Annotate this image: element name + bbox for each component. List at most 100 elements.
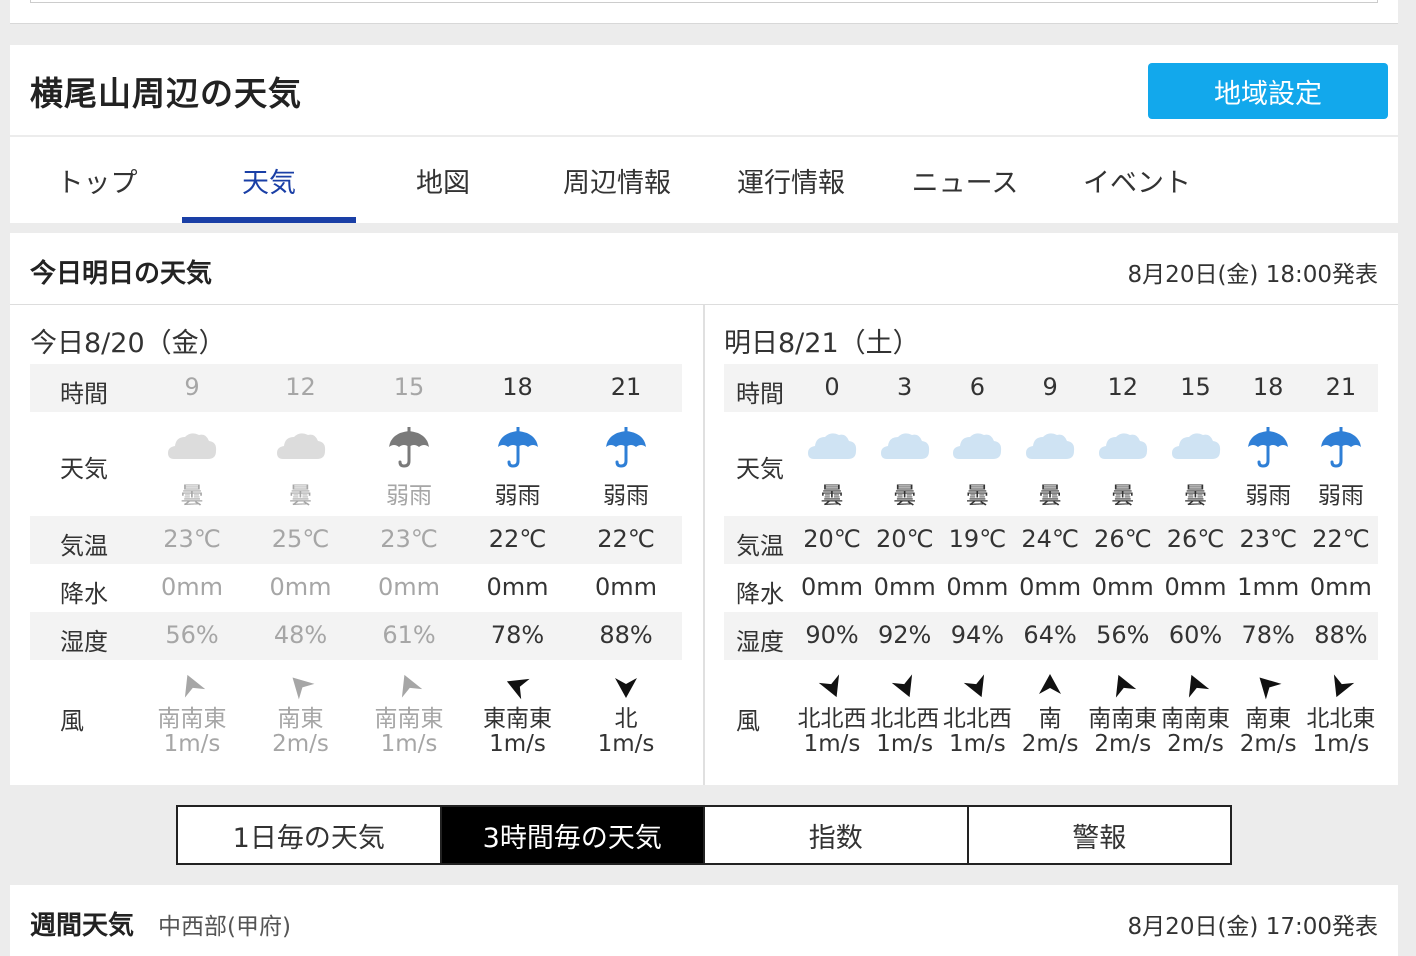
wind-direction-text: 南南東 <box>157 706 227 732</box>
wind-arrow-icon <box>1035 671 1065 701</box>
humidity-cell: 94% <box>950 621 1005 649</box>
humidity-cell: 88% <box>599 621 653 649</box>
time-cell: 18 <box>1252 373 1284 401</box>
time-cell: 6 <box>969 373 986 401</box>
wind-direction-text: 南東 <box>277 706 324 732</box>
tab-weather[interactable]: 天気 <box>182 137 356 223</box>
precipitation-cell: 1mm <box>1237 573 1300 601</box>
tab-bar: トップ 天気 地図 周辺情報 運行情報 ニュース イベント <box>10 137 1398 223</box>
cloud-icon <box>806 425 858 471</box>
time-cell: 15 <box>393 373 425 401</box>
weather-text: 曇 <box>965 483 989 509</box>
forecast-timestamp: 8月20日(金) 18:00発表 <box>1127 262 1378 288</box>
cloud-icon <box>951 425 1003 471</box>
forecast-title: 今日明日の天気 <box>30 259 213 289</box>
humidity-cell: 64% <box>1023 621 1077 649</box>
precipitation-cell: 0mm <box>486 573 549 601</box>
temperature-cell: 24℃ <box>1021 525 1079 553</box>
region-settings-button[interactable]: 地域設定 <box>1148 63 1388 119</box>
precipitation-cell: 0mm <box>1091 573 1154 601</box>
wind-arrow-icon <box>611 671 641 701</box>
tab-events[interactable]: イベント <box>1050 137 1224 223</box>
time-cell: 12 <box>285 373 316 401</box>
precipitation-label: 降水 <box>60 580 108 608</box>
cloud-icon <box>166 425 218 471</box>
wind-direction-text: 北北東 <box>1306 706 1376 732</box>
wind-arrow-icon <box>962 671 992 701</box>
precipitation-cell: 0mm <box>1019 573 1082 601</box>
tab-nearby-info[interactable]: 周辺情報 <box>530 137 704 223</box>
weather-text: 曇 <box>1184 483 1207 509</box>
temperature-cell: 20℃ <box>875 525 934 553</box>
humidity-label: 湿度 <box>736 628 784 656</box>
weather-text: 弱雨 <box>1245 483 1292 509</box>
cloud-icon <box>275 425 327 471</box>
temperature-cell: 22℃ <box>488 525 547 553</box>
temperature-cell: 25℃ <box>271 525 330 553</box>
temperature-cell: 23℃ <box>1239 525 1297 553</box>
weekly-region: 中西部(甲府) <box>158 914 291 940</box>
tab-map[interactable]: 地図 <box>356 137 530 223</box>
tab-transit-info[interactable]: 運行情報 <box>704 137 878 223</box>
precipitation-cell: 0mm <box>269 573 332 601</box>
warnings-button[interactable]: 警報 <box>966 807 1231 863</box>
weather-text: 弱雨 <box>494 483 541 509</box>
forecast-header: 今日明日の天気 8月20日(金) 18:00発表 <box>10 233 1398 305</box>
humidity-cell: 48% <box>273 621 328 649</box>
precipitation-cell: 0mm <box>800 573 864 601</box>
wind-speed-text: 2m/s <box>1167 731 1224 757</box>
tomorrow-title: 明日8/21（土） <box>724 328 920 359</box>
weather-text: 曇 <box>1111 483 1135 509</box>
wind-arrow-icon <box>1108 671 1138 701</box>
wind-direction-text: 北北西 <box>797 706 867 732</box>
page-header: 横尾山周辺の天気 地域設定 <box>10 45 1398 135</box>
weather-text: 弱雨 <box>386 483 432 509</box>
wind-speed-text: 1m/s <box>1312 731 1370 757</box>
weather-text: 曇 <box>289 483 312 509</box>
wind-speed-text: 2m/s <box>1021 731 1079 757</box>
weekly-timestamp: 8月20日(金) 17:00発表 <box>1127 914 1378 940</box>
wind-direction-text: 南東 <box>1245 706 1292 732</box>
weather-text: 曇 <box>893 483 917 509</box>
forecast-view-switcher: 1日毎の天気 3時間毎の天気 指数 警報 <box>176 805 1232 865</box>
wind-arrow-icon <box>503 671 533 701</box>
time-cell: 9 <box>1042 373 1058 401</box>
time-cell: 3 <box>897 373 913 401</box>
wind-arrow-icon <box>1253 671 1283 701</box>
time-cell: 21 <box>1325 373 1357 401</box>
umbrella-icon <box>492 425 544 471</box>
cloud-icon <box>1097 425 1149 471</box>
daily-weather-button[interactable]: 1日毎の天気 <box>178 807 440 863</box>
cloud-icon <box>1170 425 1222 471</box>
umbrella-icon <box>600 425 652 471</box>
time-cell: 9 <box>184 373 200 401</box>
indices-button[interactable]: 指数 <box>703 807 967 863</box>
top-strip <box>10 0 1398 24</box>
wind-arrow-icon <box>394 671 424 701</box>
temperature-cell: 26℃ <box>1166 525 1225 553</box>
wind-speed-text: 2m/s <box>1239 731 1297 757</box>
today-title: 今日8/20（金） <box>30 328 226 359</box>
tab-top[interactable]: トップ <box>10 137 184 223</box>
weather-text: 曇 <box>1038 483 1062 509</box>
humidity-cell: 56% <box>165 621 219 649</box>
humidity-cell: 88% <box>1314 621 1368 649</box>
top-strip-border <box>30 0 1378 3</box>
wind-arrow-icon <box>286 671 316 701</box>
wind-direction-text: 北北西 <box>870 706 940 732</box>
time-label: 時間 <box>60 380 108 408</box>
tab-news[interactable]: ニュース <box>878 137 1052 223</box>
umbrella-icon <box>383 425 435 471</box>
three-hour-weather-button[interactable]: 3時間毎の天気 <box>439 807 703 863</box>
wind-direction-text: 南南東 <box>1088 706 1158 732</box>
weather-text: 弱雨 <box>1317 483 1364 509</box>
humidity-cell: 90% <box>805 621 859 649</box>
precipitation-cell: 0mm <box>594 573 658 601</box>
wind-speed-text: 1m/s <box>163 731 221 757</box>
wind-speed-text: 1m/s <box>803 731 861 757</box>
row-background <box>30 364 682 412</box>
wind-arrow-icon <box>817 671 847 701</box>
wind-direction-text: 南南東 <box>1161 706 1230 732</box>
wind-label: 風 <box>736 707 760 735</box>
time-cell: 18 <box>502 373 533 401</box>
